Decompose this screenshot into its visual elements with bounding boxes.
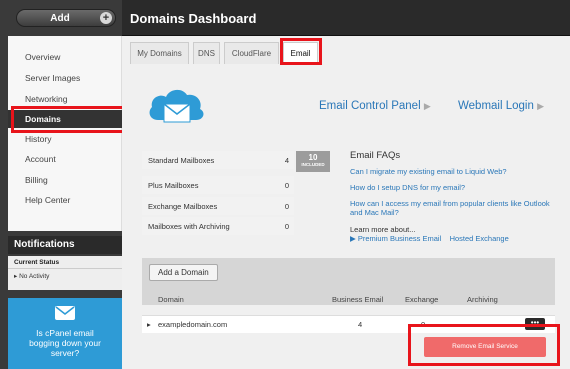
sidebar: Add + Overview Server Images Networking …: [0, 0, 122, 369]
email-control-panel-label: Email Control Panel: [319, 100, 421, 112]
no-activity-label: No Activity: [19, 273, 50, 280]
sidebar-item-server-images[interactable]: Server Images: [8, 69, 122, 87]
promo-line: bogging down your: [29, 338, 101, 348]
column-header-business-email: Business Email: [332, 295, 384, 304]
sidebar-item-overview[interactable]: Overview: [8, 48, 122, 66]
webmail-login-label: Webmail Login: [458, 100, 534, 112]
exchange-count: 0: [421, 320, 426, 329]
header: Domains Dashboard: [122, 0, 570, 36]
cpanel-promo[interactable]: Is cPanel email bogging down your server…: [8, 298, 122, 369]
mailbox-label: Standard Mailboxes: [148, 156, 215, 165]
webmail-login-link[interactable]: Webmail Login ▶: [458, 100, 544, 112]
faq-link[interactable]: Can I migrate my existing email to Liqui…: [350, 167, 550, 176]
arrow-right-icon: ▶: [537, 101, 544, 111]
mailbox-count: 0: [284, 181, 289, 190]
domains-table-header: Add a Domain Domain Business Email Excha…: [142, 258, 555, 305]
column-header-domain: Domain: [158, 295, 184, 304]
faq-link[interactable]: How can I access my email from popular c…: [350, 199, 550, 217]
faqs-title: Email FAQs: [350, 150, 401, 161]
learn-more-label: Learn more about...: [350, 225, 416, 234]
page-title: Domains Dashboard: [130, 11, 257, 26]
sidebar-item-billing[interactable]: Billing: [8, 171, 122, 189]
envelope-icon: [55, 306, 75, 320]
more-options-button[interactable]: •••: [525, 318, 545, 330]
no-activity-text: ▸ No Activity: [8, 269, 122, 283]
remove-email-service-button[interactable]: Remove Email Service: [424, 337, 546, 357]
sidebar-item-domains[interactable]: Domains: [8, 110, 122, 128]
tab-my-domains[interactable]: My Domains: [130, 42, 189, 64]
promo-text: Is cPanel email bogging down your server…: [8, 328, 122, 358]
domain-name: exampledomain.com: [158, 320, 228, 329]
mailbox-count: 4: [284, 156, 289, 165]
tab-email[interactable]: Email: [283, 42, 318, 65]
current-status-label: Current Status: [8, 256, 122, 269]
sidebar-item-networking[interactable]: Networking: [8, 90, 122, 108]
sidebar-item-help-center[interactable]: Help Center: [8, 191, 122, 209]
mailbox-row-plus: Plus Mailboxes 0: [142, 176, 294, 194]
mailbox-row-standard: Standard Mailboxes 4: [142, 151, 294, 169]
mailbox-label: Plus Mailboxes: [148, 181, 199, 190]
premium-business-email-link[interactable]: ▶ Premium Business Email: [350, 234, 441, 243]
included-count: 10: [308, 153, 318, 162]
mailbox-count: 0: [284, 222, 289, 231]
business-email-count: 4: [358, 320, 363, 329]
column-header-exchange: Exchange: [405, 295, 439, 304]
add-domain-button[interactable]: Add a Domain: [149, 264, 218, 281]
tab-dns[interactable]: DNS: [193, 42, 220, 64]
mailbox-label: Exchange Mailboxes: [148, 202, 218, 211]
faq-link[interactable]: How do I setup DNS for my email?: [350, 183, 550, 192]
mailbox-row-archiving: Mailboxes with Archiving 0: [142, 217, 294, 235]
promo-line: Is cPanel email: [36, 328, 94, 338]
arrow-right-icon: ▶: [423, 101, 431, 111]
promo-line: server?: [50, 348, 80, 358]
mailbox-label: Mailboxes with Archiving: [148, 222, 230, 231]
sidebar-item-history[interactable]: History: [8, 130, 122, 148]
notifications-title: Notifications: [8, 236, 122, 254]
notifications-panel: Current Status ▸ No Activity: [8, 256, 122, 290]
add-button[interactable]: Add +: [16, 9, 116, 27]
plus-icon: +: [100, 12, 112, 24]
hosted-exchange-link[interactable]: Hosted Exchange: [450, 234, 509, 243]
archiving-value: -: [482, 320, 485, 329]
expand-arrow-icon[interactable]: ▸: [147, 320, 151, 329]
add-button-label: Add: [50, 13, 70, 24]
sidebar-item-account[interactable]: Account: [8, 150, 122, 168]
included-badge: 10 INCLUDED: [296, 151, 330, 172]
column-header-archiving: Archiving: [467, 295, 498, 304]
email-control-panel-link[interactable]: Email Control Panel ▶: [319, 100, 431, 112]
table-row[interactable]: ▸ exampledomain.com 4 0 -: [142, 315, 555, 333]
email-cloud-icon: [146, 82, 206, 135]
mailbox-count: 0: [284, 202, 289, 211]
mailbox-row-exchange: Exchange Mailboxes 0: [142, 197, 294, 215]
sidebar-nav: Overview Server Images Networking Domain…: [8, 36, 122, 231]
learn-more-links: ▶ Premium Business Email Hosted Exchange: [350, 234, 509, 243]
included-label: INCLUDED: [301, 162, 325, 167]
tab-cloudflare[interactable]: CloudFlare: [224, 42, 279, 64]
